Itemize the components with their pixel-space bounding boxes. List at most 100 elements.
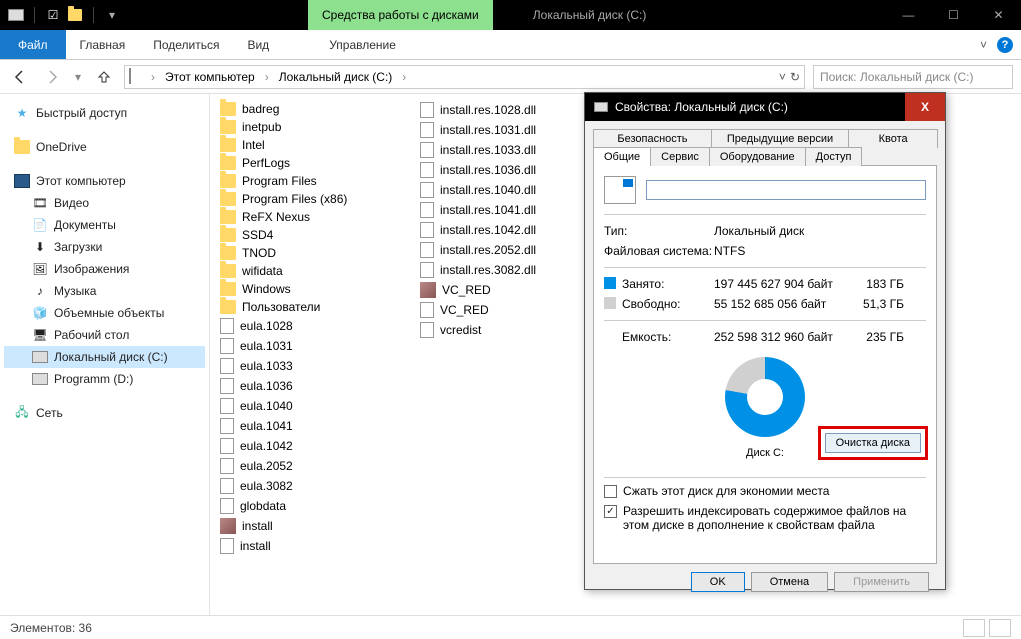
ribbon-tab-share[interactable]: Поделиться bbox=[139, 30, 233, 59]
file-item[interactable]: eula.1036 bbox=[210, 376, 410, 396]
file-item[interactable]: vcredist bbox=[410, 320, 610, 340]
used-label: Занято: bbox=[622, 277, 714, 291]
ribbon-file-tab[interactable]: Файл bbox=[0, 30, 66, 59]
tab-general[interactable]: Общие bbox=[593, 147, 651, 166]
file-item[interactable]: eula.1031 bbox=[210, 336, 410, 356]
file-item[interactable]: eula.1033 bbox=[210, 356, 410, 376]
file-item[interactable]: eula.1040 bbox=[210, 396, 410, 416]
qa-newfolder-icon[interactable] bbox=[67, 7, 83, 23]
file-item[interactable]: PerfLogs bbox=[210, 154, 410, 172]
file-item[interactable]: wifidata bbox=[210, 262, 410, 280]
sidebar-onedrive[interactable]: OneDrive bbox=[4, 136, 205, 158]
address-dropdown-icon[interactable]: ˅ bbox=[779, 70, 786, 84]
sidebar-item[interactable]: 🎞Видео bbox=[4, 192, 205, 214]
search-input[interactable]: Поиск: Локальный диск (C:) bbox=[813, 65, 1013, 89]
tab-tools[interactable]: Сервис bbox=[650, 147, 710, 166]
tab-hardware[interactable]: Оборудование bbox=[709, 147, 806, 166]
file-name: VC_RED bbox=[442, 283, 491, 297]
file-item[interactable]: Program Files (x86) bbox=[210, 190, 410, 208]
file-item[interactable]: inetpub bbox=[210, 118, 410, 136]
file-item[interactable]: install.res.2052.dll bbox=[410, 240, 610, 260]
file-name: globdata bbox=[240, 499, 286, 513]
file-item[interactable]: install.res.1042.dll bbox=[410, 220, 610, 240]
file-item[interactable]: eula.1042 bbox=[210, 436, 410, 456]
file-item[interactable]: install.res.1036.dll bbox=[410, 160, 610, 180]
drive-name-input[interactable] bbox=[646, 180, 926, 200]
apply-button[interactable]: Применить bbox=[834, 572, 929, 592]
nav-back-button[interactable] bbox=[8, 65, 32, 89]
sidebar-item[interactable]: 🖼Изображения bbox=[4, 258, 205, 280]
view-icons-button[interactable] bbox=[989, 619, 1011, 637]
address-refresh-icon[interactable]: ↻ bbox=[790, 70, 800, 84]
sidebar-network[interactable]: 🖧 Сеть bbox=[4, 402, 205, 424]
qa-properties-icon[interactable]: ☑ bbox=[45, 7, 61, 23]
file-item[interactable]: badreg bbox=[210, 100, 410, 118]
file-item[interactable]: Program Files bbox=[210, 172, 410, 190]
file-item[interactable]: install bbox=[210, 516, 410, 536]
minimize-button[interactable]: — bbox=[886, 0, 931, 30]
address-bar[interactable]: › Этот компьютер › Локальный диск (C:) ›… bbox=[124, 65, 805, 89]
file-name: eula.1028 bbox=[240, 319, 293, 333]
index-checkbox[interactable] bbox=[604, 505, 617, 518]
ribbon-tab-manage[interactable]: Управление bbox=[315, 30, 410, 59]
file-item[interactable]: Windows bbox=[210, 280, 410, 298]
ribbon-tab-view[interactable]: Вид bbox=[233, 30, 283, 59]
close-button[interactable]: ✕ bbox=[976, 0, 1021, 30]
sidebar-item[interactable]: 🖥Рабочий стол bbox=[4, 324, 205, 346]
nav-forward-button[interactable] bbox=[40, 65, 64, 89]
file-item[interactable]: ReFX Nexus bbox=[210, 208, 410, 226]
sidebar-quick-access[interactable]: ★ Быстрый доступ bbox=[4, 102, 205, 124]
file-item[interactable]: globdata bbox=[210, 496, 410, 516]
file-item[interactable]: TNOD bbox=[210, 244, 410, 262]
tab-security[interactable]: Безопасность bbox=[593, 129, 712, 148]
tab-sharing[interactable]: Доступ bbox=[805, 147, 863, 166]
file-item[interactable]: install.res.1028.dll bbox=[410, 100, 610, 120]
file-item[interactable]: install.res.1040.dll bbox=[410, 180, 610, 200]
file-item[interactable]: Intel bbox=[210, 136, 410, 154]
tab-quota[interactable]: Квота bbox=[848, 129, 938, 148]
sidebar-item[interactable]: 🧊Объемные объекты bbox=[4, 302, 205, 324]
sidebar-item[interactable]: ⬇Загрузки bbox=[4, 236, 205, 258]
maximize-button[interactable]: ☐ bbox=[931, 0, 976, 30]
sidebar-this-pc[interactable]: Этот компьютер bbox=[4, 170, 205, 192]
file-item[interactable]: install.res.1033.dll bbox=[410, 140, 610, 160]
breadcrumb-sep[interactable]: › bbox=[151, 70, 155, 84]
file-item[interactable]: eula.1041 bbox=[210, 416, 410, 436]
file-item[interactable]: VC_RED bbox=[410, 300, 610, 320]
breadcrumb-drive-c[interactable]: Локальный диск (C:) bbox=[275, 70, 397, 84]
file-item[interactable]: eula.3082 bbox=[210, 476, 410, 496]
file-item[interactable]: Пользователи bbox=[210, 298, 410, 316]
file-item[interactable]: eula.1028 bbox=[210, 316, 410, 336]
file-item[interactable]: VC_RED bbox=[410, 280, 610, 300]
file-item[interactable]: eula.2052 bbox=[210, 456, 410, 476]
breadcrumb-thispc[interactable]: Этот компьютер bbox=[161, 70, 259, 84]
sidebar-item[interactable]: Локальный диск (C:) bbox=[4, 346, 205, 368]
ribbon-tab-home[interactable]: Главная bbox=[66, 30, 140, 59]
dialog-titlebar[interactable]: Свойства: Локальный диск (C:) X bbox=[585, 93, 945, 121]
disk-cleanup-button[interactable]: Очистка диска bbox=[825, 433, 921, 453]
sidebar-item[interactable]: 📄Документы bbox=[4, 214, 205, 236]
help-icon[interactable]: ? bbox=[997, 37, 1013, 53]
sidebar-item[interactable]: ♪Музыка bbox=[4, 280, 205, 302]
cancel-button[interactable]: Отмена bbox=[751, 572, 828, 592]
ok-button[interactable]: OK bbox=[691, 572, 745, 592]
breadcrumb-sep[interactable]: › bbox=[265, 70, 269, 84]
view-details-button[interactable] bbox=[963, 619, 985, 637]
compress-checkbox[interactable] bbox=[604, 485, 617, 498]
dialog-close-button[interactable]: X bbox=[905, 93, 945, 121]
sidebar-item[interactable]: Programm (D:) bbox=[4, 368, 205, 390]
nav-recent-dropdown[interactable]: ▾ bbox=[72, 65, 84, 89]
file-item[interactable]: SSD4 bbox=[210, 226, 410, 244]
file-item[interactable]: install.res.1031.dll bbox=[410, 120, 610, 140]
sidebar-item-icon: ♪ bbox=[32, 283, 48, 299]
ribbon-expand-icon[interactable]: ˅ bbox=[980, 38, 987, 52]
qa-dropdown-icon[interactable]: ▾ bbox=[104, 7, 120, 23]
file-name: inetpub bbox=[242, 120, 281, 134]
breadcrumb-sep[interactable]: › bbox=[402, 70, 406, 84]
nav-up-button[interactable] bbox=[92, 65, 116, 89]
file-item[interactable]: install.res.3082.dll bbox=[410, 260, 610, 280]
tab-previous-versions[interactable]: Предыдущие версии bbox=[711, 129, 849, 148]
used-gb: 183 ГБ bbox=[844, 277, 904, 291]
file-item[interactable]: install bbox=[210, 536, 410, 556]
file-item[interactable]: install.res.1041.dll bbox=[410, 200, 610, 220]
